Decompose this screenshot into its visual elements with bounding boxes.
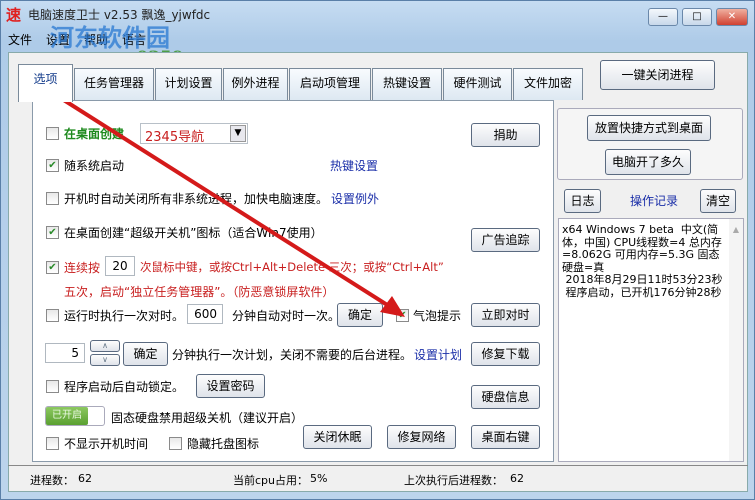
repair-download-button[interactable]: 修复下载: [471, 342, 540, 366]
place-shortcut-button[interactable]: 放置快捷方式到桌面: [587, 115, 711, 141]
sync-time-label: 运行时执行一次对时。: [64, 309, 185, 323]
decrement-button[interactable]: ∨: [90, 354, 120, 366]
autostart-checkbox[interactable]: ✔: [46, 159, 59, 172]
hotkey-settings-link[interactable]: 热键设置: [330, 157, 378, 174]
desktop-rightclick-button[interactable]: 桌面右键: [471, 425, 540, 449]
kill-all-processes-button[interactable]: 一键关闭进程: [600, 60, 715, 90]
hide-tray-label: 隐藏托盘图标: [187, 437, 260, 451]
sync-now-button[interactable]: 立即对时: [471, 303, 540, 327]
minimize-button[interactable]: —: [648, 8, 678, 26]
ad-track-button[interactable]: 广告追踪: [471, 228, 540, 252]
tab-schedule[interactable]: 计划设置: [155, 68, 222, 100]
sync-interval-input[interactable]: 600: [187, 304, 223, 324]
continuous-count-input[interactable]: 20: [105, 256, 135, 276]
super-switch-checkbox[interactable]: ✔: [46, 226, 59, 239]
chevron-down-icon[interactable]: ▼: [230, 125, 246, 142]
continuous-label-a: 连续按: [64, 261, 101, 275]
hide-boot-time-label: 不显示开机时间: [64, 437, 149, 451]
ssd-toggle-state: 已开启: [46, 407, 88, 425]
close-nonsys-checkbox[interactable]: [46, 192, 59, 205]
set-password-button[interactable]: 设置密码: [196, 374, 265, 398]
log-scrollbar[interactable]: ▲: [729, 219, 743, 461]
donate-button[interactable]: 捐助: [471, 123, 540, 147]
last-process-count: 62: [510, 472, 524, 485]
last-process-count-label: 上次执行后进程数：: [404, 474, 503, 487]
continuous-label-b: 次鼠标中键，或按Ctrl+Alt+Delete 三次；或按“Ctrl+Alt”: [140, 260, 444, 274]
continuous-checkbox[interactable]: ✔: [46, 261, 59, 274]
nav-select[interactable]: 2345导航 ▼: [140, 123, 248, 145]
close-button[interactable]: ✕: [716, 8, 748, 26]
close-hibernate-button[interactable]: 关闭休眠: [303, 425, 372, 449]
tab-encrypt[interactable]: 文件加密: [513, 68, 583, 100]
app-logo-icon: 速: [6, 6, 22, 24]
uptime-button[interactable]: 电脑开了多久: [605, 149, 691, 175]
create-desktop-label: 在桌面创建: [64, 127, 125, 141]
create-desktop-checkbox[interactable]: [46, 127, 59, 140]
bubble-checkbox[interactable]: ✔: [396, 309, 409, 322]
sync-time-checkbox[interactable]: [46, 309, 59, 322]
plan-label: 分钟执行一次计划，关闭不需要的后台进程。: [172, 348, 413, 362]
plan-interval-input[interactable]: 5: [45, 343, 85, 363]
close-nonsys-label: 开机时自动关闭所有非系统进程，加快电脑速度。: [64, 192, 329, 206]
increment-button[interactable]: ∧: [90, 340, 120, 352]
tab-startup[interactable]: 启动项管理: [289, 68, 371, 100]
log-title: 操作记录: [630, 194, 679, 208]
menu-file[interactable]: 文件: [8, 31, 32, 48]
bubble-label: 气泡提示: [413, 309, 462, 323]
continuous-label-c: 五次，启动“独立任务管理器”。（防恶意锁屏软件）: [64, 285, 335, 299]
tab-options[interactable]: 选项: [18, 64, 73, 102]
log-textbox[interactable]: x64 Windows 7 beta 中文(简体，中国) CPU线程数=4 总内…: [558, 218, 744, 462]
auto-lock-checkbox[interactable]: [46, 380, 59, 393]
ssd-toggle-label: 固态硬盘禁用超级关机（建议开启）: [111, 411, 304, 425]
maximize-button[interactable]: □: [682, 8, 712, 26]
hide-tray-checkbox[interactable]: [169, 437, 182, 450]
cpu-usage-label: 当前cpu占用：: [233, 474, 309, 487]
cpu-usage: 5%: [310, 472, 328, 485]
clear-button[interactable]: 清空: [700, 189, 736, 213]
set-plan-link[interactable]: 设置计划: [414, 346, 462, 363]
process-count: 62: [78, 472, 92, 485]
auto-lock-label: 程序启动后自动锁定。: [64, 380, 185, 394]
hide-boot-time-checkbox[interactable]: [46, 437, 59, 450]
tab-task-manager[interactable]: 任务管理器: [74, 68, 154, 100]
super-switch-label: 在桌面创建“超级开关机”图标（适合Win7使用）: [64, 226, 323, 240]
repair-network-button[interactable]: 修复网络: [387, 425, 456, 449]
ssd-toggle[interactable]: 已开启: [45, 406, 105, 426]
tab-hotkeys[interactable]: 热键设置: [372, 68, 442, 100]
tab-hardware[interactable]: 硬件测试: [443, 68, 512, 100]
status-divider: [8, 465, 748, 466]
plan-confirm-button[interactable]: 确定: [123, 342, 168, 366]
sync-interval-label: 分钟自动对时一次。: [232, 309, 341, 323]
set-exceptions-link[interactable]: 设置例外: [331, 190, 379, 207]
disk-info-button[interactable]: 硬盘信息: [471, 385, 540, 409]
autostart-label: 随系统启动: [64, 159, 125, 173]
tab-exceptions[interactable]: 例外进程: [223, 68, 288, 100]
process-count-label: 进程数：: [30, 474, 74, 487]
log-button[interactable]: 日志: [564, 189, 601, 213]
nav-select-value: 2345导航: [145, 130, 205, 145]
sync-confirm-button[interactable]: 确定: [337, 303, 383, 327]
